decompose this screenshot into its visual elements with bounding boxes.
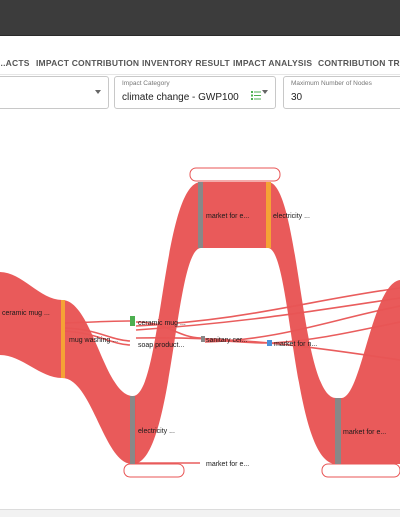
flow-band: [0, 272, 62, 378]
node-label: market for n...: [274, 341, 317, 348]
tab-inventory-result[interactable]: INVENTORY RESULT: [142, 58, 230, 68]
tab-impact-analysis[interactable]: IMPACT ANALYSIS: [233, 58, 312, 68]
sankey-node-bar[interactable]: [266, 182, 271, 248]
node-label: market for e...: [206, 461, 249, 468]
tab-impacts[interactable]: ...ACTS: [0, 58, 30, 68]
sankey-node-bar[interactable]: [201, 336, 205, 342]
impact-category-select[interactable]: Impact Category climate change - GWP100: [114, 76, 276, 109]
tab-impact-contribution[interactable]: IMPACT CONTRIBUTION: [36, 58, 139, 68]
node-label: electricity ...: [138, 428, 175, 435]
sankey-node-bar[interactable]: [267, 340, 272, 346]
chevron-down-icon: [262, 90, 268, 94]
tab-contribution-tree[interactable]: CONTRIBUTION TREE: [318, 58, 400, 68]
node-label: market for e...: [343, 429, 386, 436]
node-label: market for e...: [206, 213, 249, 220]
node-label: mug washing ...: [69, 337, 118, 344]
node-label: electricity ...: [273, 213, 310, 220]
sankey-node-bar[interactable]: [335, 398, 341, 464]
max-nodes-field[interactable]: Maximum Number of Nodes 30: [283, 76, 400, 109]
sankey-diagram: ceramic mug ... mug washing ... ceramic …: [0, 167, 400, 478]
method-select[interactable]: [0, 76, 109, 109]
sankey-node-placeholder: [189, 167, 281, 182]
impact-category-label: Impact Category: [122, 80, 170, 87]
impact-category-value: climate change - GWP100: [122, 92, 239, 103]
sankey-node-placeholder: [321, 463, 400, 478]
list-icon[interactable]: [251, 91, 261, 100]
max-nodes-value[interactable]: 30: [291, 92, 302, 103]
node-label: ceramic mug ...: [2, 310, 50, 317]
sankey-node-placeholder: [123, 463, 185, 478]
chevron-down-icon: [95, 90, 101, 94]
tabs-divider: [0, 74, 400, 75]
flow-band: [62, 300, 136, 464]
node-label: soap product...: [138, 342, 184, 349]
sankey-node-bar[interactable]: [130, 396, 135, 464]
max-nodes-label: Maximum Number of Nodes: [291, 80, 372, 87]
node-label: ceramic mug ...: [138, 320, 186, 327]
sankey-node-bar[interactable]: [61, 300, 65, 378]
sankey-node-bar[interactable]: [130, 316, 135, 326]
app-header-bar: [0, 0, 400, 36]
node-label: sanitary cer...: [206, 337, 248, 344]
sankey-node-bar[interactable]: [198, 182, 203, 248]
